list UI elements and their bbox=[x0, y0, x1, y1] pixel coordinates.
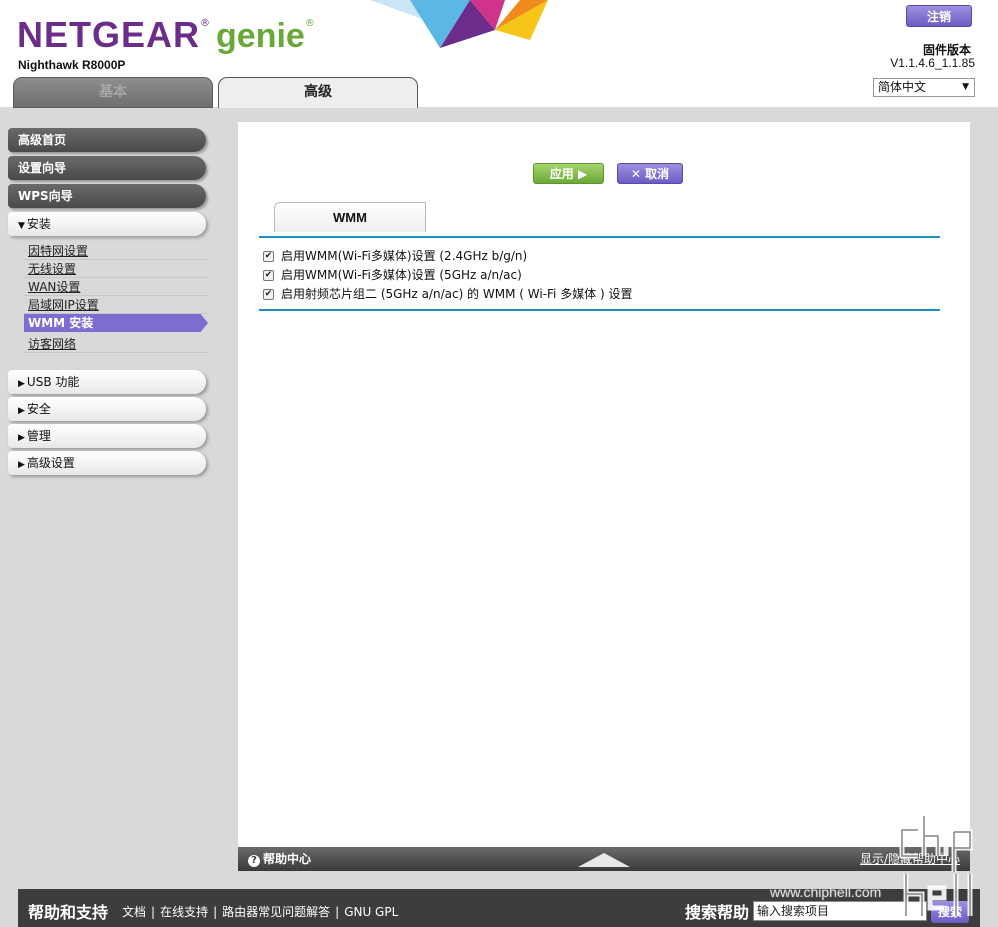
wmm-5ghz-checkbox[interactable]: ✔ bbox=[263, 270, 274, 281]
collapsed-arrow-icon: ▶ bbox=[18, 433, 25, 443]
help-center-bar: ? 帮助中心 显示/隐藏帮助中心 bbox=[238, 847, 970, 871]
sidebar-subitem-wmm[interactable]: WMM 安装 bbox=[24, 314, 208, 332]
support-links: 文档 | 在线支持 | 路由器常见问题解答 | GNU GPL bbox=[122, 905, 399, 919]
section-tab-wmm: WMM bbox=[274, 202, 426, 232]
wmm-radio2-label: 启用射频芯片组二 (5GHz a/n/ac) 的 WMM ( Wi-Fi 多媒体… bbox=[281, 287, 633, 301]
help-center-label[interactable]: ? 帮助中心 bbox=[248, 847, 311, 871]
sidebar-item-setup-wizard[interactable]: 设置向导 bbox=[8, 156, 206, 180]
sidebar-item-wps-wizard[interactable]: WPS向导 bbox=[8, 184, 206, 208]
collapsed-arrow-icon: ▶ bbox=[18, 406, 25, 416]
product-name: genie bbox=[216, 17, 305, 55]
chiphell-watermark-icon bbox=[899, 816, 973, 916]
search-help-title: 搜索帮助 bbox=[685, 903, 750, 922]
sidebar-item-setup-label: 安装 bbox=[26, 217, 51, 231]
wmm-24ghz-checkbox[interactable]: ✔ bbox=[263, 251, 274, 262]
sidebar-item-usb[interactable]: ▶ USB 功能 bbox=[8, 370, 206, 394]
collapsed-arrow-icon: ▶ bbox=[18, 379, 25, 389]
sidebar-item-security[interactable]: ▶ 安全 bbox=[8, 397, 206, 421]
sidebar-subitem-wireless[interactable]: 无线设置 bbox=[24, 260, 208, 278]
page-header: NETGEAR® genie® Nighthawk R8000P 注销 固件版本 … bbox=[0, 0, 998, 108]
firmware-version: V1.1.4.6_1.1.85 bbox=[890, 56, 975, 70]
wmm-option-5ghz[interactable]: ✔ 启用WMM(Wi-Fi多媒体)设置 (5GHz a/n/ac) bbox=[263, 266, 522, 284]
expand-up-arrow-icon[interactable] bbox=[578, 853, 630, 867]
logout-button[interactable]: 注销 bbox=[906, 5, 972, 27]
netgear-genie-logo: NETGEAR® genie® bbox=[17, 14, 315, 55]
wmm-24ghz-label: 启用WMM(Wi-Fi多媒体)设置 (2.4GHz b/g/n) bbox=[281, 249, 528, 263]
sidebar-item-advanced-setup[interactable]: ▶ 高级设置 bbox=[8, 451, 206, 475]
wmm-option-24ghz[interactable]: ✔ 启用WMM(Wi-Fi多媒体)设置 (2.4GHz b/g/n) bbox=[263, 247, 527, 265]
sidebar-subitem-lan-ip[interactable]: 局域网IP设置 bbox=[24, 296, 208, 314]
dropdown-arrow-icon: ▼ bbox=[962, 82, 969, 92]
sidebar-subitem-guest-network[interactable]: 访客网络 bbox=[24, 335, 208, 353]
collapsed-arrow-icon: ▶ bbox=[18, 460, 25, 470]
watermark-text: www.chiphell.com bbox=[770, 884, 882, 900]
footer-link-docs[interactable]: 文档 bbox=[122, 905, 146, 919]
footer-link-gpl[interactable]: GNU GPL bbox=[344, 905, 398, 919]
sidebar-subitem-internet[interactable]: 因特网设置 bbox=[24, 242, 208, 260]
expanded-arrow-icon: ▼ bbox=[18, 221, 25, 231]
help-icon: ? bbox=[248, 855, 260, 867]
logo-decoration-icon bbox=[370, 0, 548, 48]
sidebar-item-admin[interactable]: ▶ 管理 bbox=[8, 424, 206, 448]
apply-button[interactable]: 应用 ▶ bbox=[533, 163, 604, 184]
tab-basic[interactable]: 基本 bbox=[13, 77, 213, 108]
sidebar-item-advanced-home[interactable]: 高级首页 bbox=[8, 128, 206, 152]
brand-name: NETGEAR bbox=[17, 14, 201, 55]
cancel-button[interactable]: ✕ 取消 bbox=[617, 163, 683, 184]
wmm-option-radio2[interactable]: ✔ 启用射频芯片组二 (5GHz a/n/ac) 的 WMM ( Wi-Fi 多媒… bbox=[263, 285, 633, 303]
footer-link-online-support[interactable]: 在线支持 bbox=[160, 905, 208, 919]
footer-link-faq[interactable]: 路由器常见问题解答 bbox=[222, 905, 330, 919]
sidebar-subitem-wan[interactable]: WAN设置 bbox=[24, 278, 208, 296]
language-value: 简体中文 bbox=[878, 80, 927, 94]
tab-advanced[interactable]: 高级 bbox=[218, 77, 418, 108]
router-model: Nighthawk R8000P bbox=[18, 58, 126, 72]
section-divider-top bbox=[259, 236, 940, 238]
section-divider-bottom bbox=[259, 309, 940, 311]
main-content: 应用 ▶ ✕ 取消 WMM ✔ 启用WMM(Wi-Fi多媒体)设置 (2.4GHz… bbox=[238, 122, 970, 847]
wmm-radio2-checkbox[interactable]: ✔ bbox=[263, 289, 274, 300]
support-title: 帮助和支持 bbox=[28, 903, 109, 922]
wmm-5ghz-label: 启用WMM(Wi-Fi多媒体)设置 (5GHz a/n/ac) bbox=[281, 268, 522, 282]
language-select[interactable]: 简体中文 ▼ bbox=[873, 78, 975, 97]
sidebar-item-setup[interactable]: ▼ 安装 bbox=[8, 212, 206, 236]
